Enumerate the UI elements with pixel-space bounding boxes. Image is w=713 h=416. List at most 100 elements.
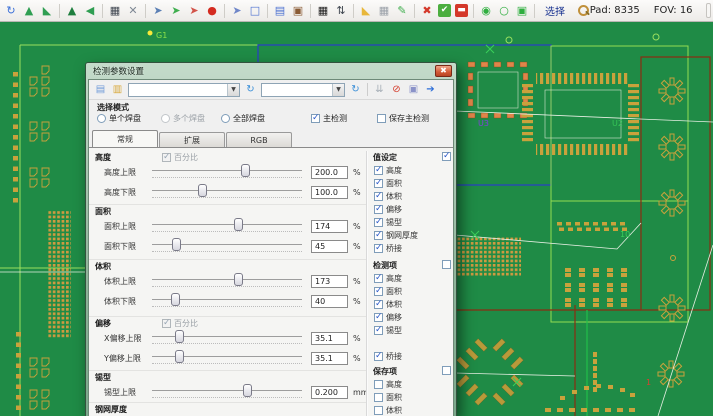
- camera-icon[interactable]: ▣: [290, 3, 306, 19]
- image-icon[interactable]: ▦: [107, 3, 123, 19]
- flag-icon[interactable]: ▲: [64, 3, 80, 19]
- check-item[interactable]: 体积: [371, 298, 453, 311]
- ruler-icon[interactable]: ◣: [358, 3, 374, 19]
- value-input[interactable]: 173: [311, 275, 348, 288]
- section-volume: 体积 体积上限173% 体积下限40%: [89, 259, 366, 311]
- check-item[interactable]: 钢网厚度: [371, 229, 453, 242]
- check-item[interactable]: 锡型: [371, 216, 453, 229]
- pin-blue-icon[interactable]: ➤: [150, 3, 166, 19]
- slider-thumb[interactable]: [234, 273, 243, 286]
- value-input[interactable]: 200.0: [311, 166, 348, 179]
- import-icon[interactable]: ⇊: [372, 82, 387, 97]
- pad-square-icon[interactable]: ▣: [514, 3, 530, 19]
- pin-green-icon[interactable]: ➤: [168, 3, 184, 19]
- close-button[interactable]: ✖: [435, 65, 452, 77]
- check-item[interactable]: 偏移: [371, 311, 453, 324]
- slider-thumb[interactable]: [241, 164, 250, 177]
- check-item[interactable]: 面积: [371, 285, 453, 298]
- check-item[interactable]: 高度: [371, 378, 453, 391]
- delete-icon[interactable]: ✖: [419, 3, 435, 19]
- slider-thumb[interactable]: [243, 384, 252, 397]
- check-item[interactable]: 面积: [371, 177, 453, 190]
- slider-track[interactable]: [152, 383, 302, 401]
- pin-slate-icon[interactable]: ➤: [229, 3, 245, 19]
- slider-track[interactable]: [152, 292, 302, 310]
- slider-thumb[interactable]: [198, 184, 207, 197]
- slider-track[interactable]: [152, 272, 302, 290]
- add-profile-icon[interactable]: ▥: [110, 82, 125, 97]
- main-detect-checkbox[interactable]: 主检测: [311, 113, 347, 124]
- radio-single-pad[interactable]: 单个焊盘: [97, 113, 141, 124]
- value-input[interactable]: 35.1: [311, 352, 348, 365]
- table-icon[interactable]: ▤: [272, 3, 288, 19]
- value-input[interactable]: 100.0: [311, 186, 348, 199]
- slider-track[interactable]: [152, 163, 302, 181]
- check-item[interactable]: 体积: [371, 404, 453, 416]
- value-input[interactable]: 0.200: [311, 386, 348, 399]
- tools-icon[interactable]: ✕: [125, 3, 141, 19]
- save-main-detect-checkbox[interactable]: 保存主检测: [377, 113, 429, 124]
- mesh-icon[interactable]: ▦: [376, 3, 392, 19]
- edit-chart-icon[interactable]: ✎: [394, 3, 410, 19]
- check-item[interactable]: 高度: [371, 164, 453, 177]
- horn-icon[interactable]: ◀: [82, 3, 98, 19]
- check-item[interactable]: 体积: [371, 190, 453, 203]
- slider-thumb[interactable]: [171, 293, 180, 306]
- select-mode-label[interactable]: 选择: [545, 3, 565, 18]
- percent-checkbox[interactable]: 百分比: [162, 318, 198, 329]
- zoom-board-icon[interactable]: ◣: [39, 3, 55, 19]
- pin-red-icon[interactable]: ➤: [186, 3, 202, 19]
- value-input[interactable]: 35.1: [311, 332, 348, 345]
- slider-track[interactable]: [152, 329, 302, 347]
- check-item[interactable]: 高度: [371, 272, 453, 285]
- slider-track[interactable]: [152, 237, 302, 255]
- rect-select-icon[interactable]: □: [247, 3, 263, 19]
- check-item[interactable]: 偏移: [371, 203, 453, 216]
- aoi-application-window: U3 U2: [0, 0, 713, 416]
- check-item[interactable]: 桥接: [371, 242, 453, 255]
- remove-icon[interactable]: ▬: [455, 4, 468, 17]
- chevron-down-icon[interactable]: ▼: [227, 84, 239, 96]
- magnifier-icon[interactable]: [577, 4, 578, 17]
- slider-thumb[interactable]: [172, 238, 181, 251]
- pad-circle-icon[interactable]: ○: [496, 3, 512, 19]
- slider-track[interactable]: [152, 349, 302, 367]
- apply-padtype-icon[interactable]: ↻: [348, 82, 363, 97]
- slider-track[interactable]: [152, 217, 302, 235]
- save-icon[interactable]: ▣: [406, 82, 421, 97]
- slider-thumb[interactable]: [175, 350, 184, 363]
- grid-black-icon[interactable]: ▦: [315, 3, 331, 19]
- apply-profile-icon[interactable]: ↻: [243, 82, 258, 97]
- slider-track[interactable]: [152, 183, 302, 201]
- pad-type-combobox[interactable]: ▼: [261, 83, 345, 97]
- group-master-checkbox[interactable]: [442, 152, 451, 161]
- slider-thumb[interactable]: [234, 218, 243, 231]
- sort-az-icon[interactable]: ⇅: [333, 3, 349, 19]
- checkbox-box: [374, 205, 383, 214]
- value-input[interactable]: 45: [311, 240, 348, 253]
- profile-combobox[interactable]: ▼: [128, 83, 240, 97]
- group-master-checkbox[interactable]: [442, 366, 451, 375]
- pad-circle-dot-icon[interactable]: ◉: [478, 3, 494, 19]
- new-profile-icon[interactable]: ▤: [93, 82, 108, 97]
- slider-row: X偏移上限35.1%: [89, 328, 366, 348]
- zoom-area-icon[interactable]: ▲: [21, 3, 37, 19]
- history-icon[interactable]: ↻: [3, 3, 19, 19]
- check-item[interactable]: 锡型: [371, 324, 453, 337]
- value-input[interactable]: 174: [311, 220, 348, 233]
- group-master-checkbox[interactable]: [442, 260, 451, 269]
- dialog-titlebar[interactable]: 检测参数设置 ✖: [86, 63, 456, 79]
- chevron-down-icon[interactable]: ▼: [332, 84, 344, 96]
- radio-multi-pad[interactable]: 多个焊盘: [161, 113, 205, 124]
- checkbox-box: [162, 153, 171, 162]
- slider-thumb[interactable]: [175, 330, 184, 343]
- check-item[interactable]: 桥接: [371, 350, 453, 363]
- apply-icon[interactable]: ✔: [438, 4, 451, 17]
- location-pin-icon[interactable]: ●: [204, 3, 220, 19]
- radio-all-pads[interactable]: 全部焊盘: [221, 113, 265, 124]
- check-item[interactable]: 面积: [371, 391, 453, 404]
- percent-checkbox[interactable]: 百分比: [162, 152, 198, 163]
- value-input[interactable]: 40: [311, 295, 348, 308]
- exit-icon[interactable]: ➔: [423, 82, 438, 97]
- block-icon[interactable]: ⊘: [389, 82, 404, 97]
